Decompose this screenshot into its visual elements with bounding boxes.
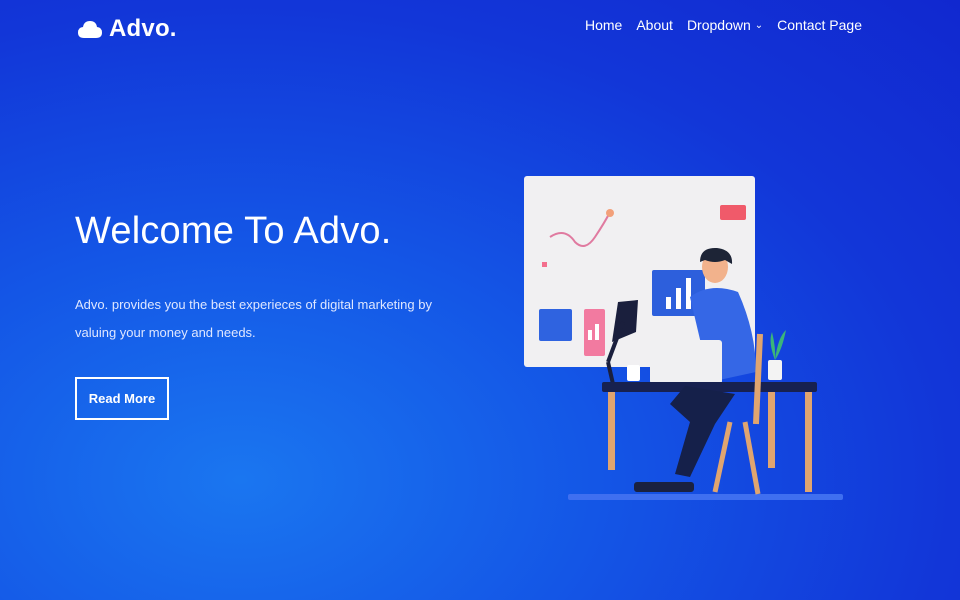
folder-icon [539, 309, 572, 341]
nav-label-contact: Contact Page [777, 17, 862, 33]
hero-description: Advo. provides you the best experieces o… [75, 297, 432, 340]
coffee-cup [627, 365, 640, 381]
nav-label-about: About [636, 17, 673, 33]
plant-pot [768, 360, 782, 380]
nav-item-about[interactable]: About [636, 17, 673, 33]
nav-item-dropdown[interactable]: Dropdown ⌄ [687, 17, 763, 33]
floor-line [568, 494, 843, 500]
nav-label-dropdown: Dropdown [686, 17, 751, 33]
nav-label-home: Home [584, 17, 623, 33]
document-icon [584, 309, 605, 356]
plant-leaves [770, 330, 786, 360]
hero-section: Welcome To Advo. Advo. provides you the … [75, 210, 495, 347]
workspace-illustration [524, 176, 843, 500]
person-legs [670, 386, 735, 477]
chevron-down-icon: ⌄ [754, 19, 764, 31]
brand-logo[interactable]: Advo. [77, 15, 177, 43]
brand-name: Advo. [109, 15, 177, 42]
calendar-icon [720, 205, 746, 220]
cloud-icon [78, 21, 102, 38]
chair-back [753, 333, 763, 425]
read-more-button[interactable]: Read More [75, 377, 169, 420]
laptop [650, 340, 722, 384]
nav-item-contact[interactable]: Contact Page [777, 17, 862, 33]
top-navbar: Advo. Home About Dropdown ⌄ Contact Page [0, 0, 960, 56]
hero-title: Welcome To Advo. [75, 210, 392, 252]
main-menu: Home About Dropdown ⌄ Contact Page [585, 17, 862, 33]
trend-point [606, 209, 614, 217]
nav-item-home[interactable]: Home [585, 17, 622, 33]
